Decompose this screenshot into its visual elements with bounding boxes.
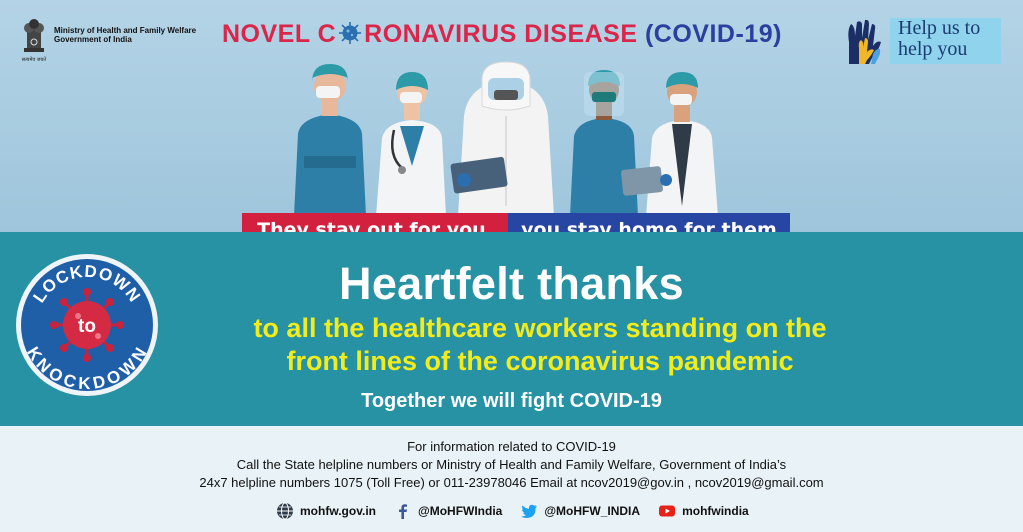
thanks-message: to all the healthcare workers standing o…: [140, 312, 940, 378]
ministry-line-1: Ministry of Health and Family Welfare: [54, 26, 197, 35]
ministry-line-2: Government of India: [54, 35, 132, 44]
globe-icon: [277, 502, 293, 520]
social-web[interactable]: mohfw.gov.in: [276, 502, 376, 520]
worker-2: [376, 72, 446, 216]
badge-middle-text: to: [78, 316, 96, 337]
social-facebook[interactable]: @MoHFWIndia: [394, 502, 502, 520]
social-links: mohfw.gov.in @MoHFWIndia @MoHFW_INDIA mo…: [276, 500, 749, 522]
together-slogan: Together we will fight COVID-19: [361, 390, 662, 412]
social-web-label: mohfw.gov.in: [300, 504, 376, 518]
headline-part-3: (COVID-19): [644, 20, 782, 48]
help-us-logo: Help us to help you: [843, 16, 1001, 66]
headline-part-1: NOVEL C: [222, 20, 337, 48]
social-facebook-label: @MoHFWIndia: [418, 504, 503, 518]
healthcare-workers-illustration: [294, 61, 718, 216]
facebook-icon: [399, 504, 407, 519]
social-youtube[interactable]: mohfwindia: [658, 502, 749, 520]
help-text: Help us to help you: [890, 18, 1001, 64]
youtube-icon: [659, 505, 676, 517]
info-line-2: Call the State helpline numbers or Minis…: [236, 457, 787, 472]
social-twitter[interactable]: @MoHFW_INDIA: [520, 502, 640, 520]
hands-icon: [848, 19, 881, 64]
worker-1: [294, 64, 366, 216]
social-youtube-label: mohfwindia: [682, 504, 749, 518]
worker-3: [450, 61, 554, 216]
headline: NOVEL C RONAVIRUS DISEASE (COVID-19): [222, 20, 782, 49]
ministry-name: Ministry of Health and Family Welfare Go…: [54, 26, 196, 44]
help-line-1: Help us to: [898, 17, 981, 39]
covid-poster: सत्यमेव जयते Ministry of Health and Fami…: [0, 0, 1023, 532]
virus-icon: [339, 22, 362, 44]
thanks-line-2: front lines of the coronavirus pandemic: [286, 346, 794, 376]
social-twitter-label: @MoHFW_INDIA: [544, 504, 641, 518]
main-title: Heartfelt thanks: [339, 258, 684, 309]
info-line-1: For information related to COVID-19: [407, 439, 616, 454]
worker-5: [621, 72, 718, 216]
headline-part-2: RONAVIRUS DISEASE: [364, 20, 638, 48]
national-emblem-icon: सत्यमेव जयते: [22, 19, 47, 63]
helpline-info: For information related to COVID-19 Call…: [0, 438, 1023, 492]
info-line-3: 24x7 helpline numbers 1075 (Toll Free) o…: [199, 475, 824, 490]
emblem-caption: सत्यमेव जयते: [22, 56, 47, 63]
help-line-2: help you: [898, 38, 968, 60]
twitter-icon: [521, 504, 538, 518]
thanks-line-1: to all the healthcare workers standing o…: [253, 313, 827, 343]
